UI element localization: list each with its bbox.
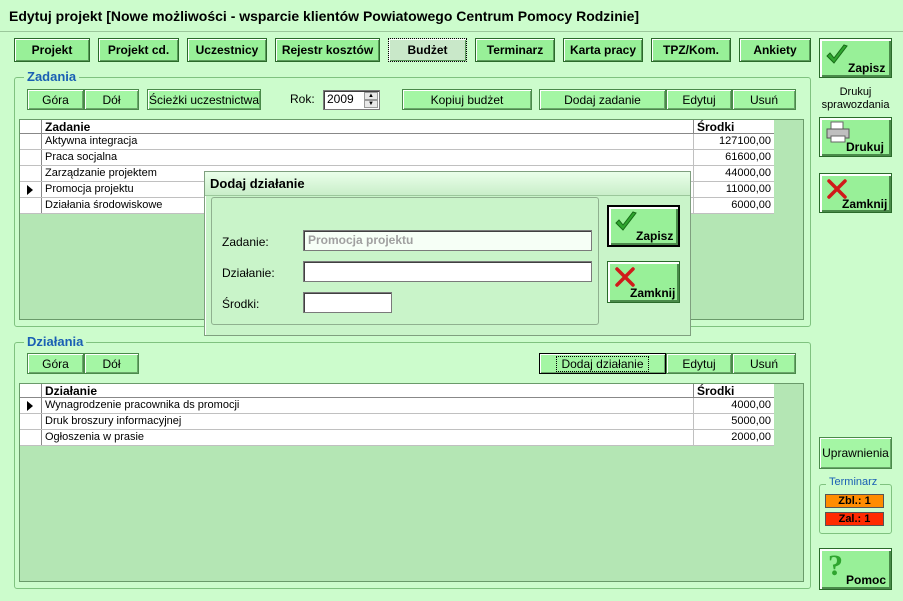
task-name: Aktywna integracja [42, 134, 694, 149]
dialog-save-button[interactable]: Zapisz [607, 205, 680, 247]
tasks-header-row: Zadanie Środki [20, 120, 774, 134]
print-reports-label: Drukuj sprawozdania [821, 86, 890, 111]
paths-button[interactable]: Ścieżki uczestnictwa [147, 89, 261, 110]
dialog-task-field: Promocja projektu [303, 230, 592, 251]
dialog-close-button[interactable]: Zamknij [607, 261, 680, 303]
dialog-funds-field[interactable] [303, 292, 392, 313]
task-name: Praca socjalna [42, 150, 694, 165]
action-name: Ogłoszenia w prasie [42, 430, 694, 445]
check-icon [615, 211, 637, 231]
tab-rejestr-kosztow[interactable]: Rejestr kosztów [275, 38, 380, 62]
add-action-label: Dodaj działanie [556, 355, 649, 372]
task-amount: 11000,00 [725, 183, 771, 195]
close-label: Zamknij [842, 197, 888, 211]
tasks-header-amount: Środki [697, 120, 735, 133]
print-button[interactable]: Drukuj [819, 117, 892, 157]
table-row[interactable]: Ogłoszenia w prasie 2000,00 [20, 430, 774, 446]
actions-header-name: Działanie [42, 384, 694, 397]
copy-budget-button[interactable]: Kopiuj budżet [402, 89, 532, 110]
task-amount: 61600,00 [725, 151, 771, 163]
cross-icon [615, 267, 635, 287]
check-icon [826, 44, 848, 64]
save-button[interactable]: Zapisz [819, 38, 892, 78]
year-value: 2009 [327, 92, 354, 106]
table-row[interactable]: Wynagrodzenie pracownika ds promocji 400… [20, 398, 774, 414]
year-label: Rok: [290, 92, 315, 106]
dialog-title: Dodaj działanie [205, 172, 690, 196]
window-title: Edytuj projekt [Nowe możliwości - wsparc… [0, 0, 903, 32]
task-amount: 44000,00 [725, 167, 771, 179]
table-row[interactable]: Aktywna integracja 127100,00 [20, 134, 774, 150]
table-row[interactable]: Praca socjalna 61600,00 [20, 150, 774, 166]
tab-terminarz[interactable]: Terminarz [475, 38, 555, 62]
actions-down-button[interactable]: Dół [84, 353, 139, 374]
dialog-task-label: Zadanie: [222, 235, 269, 249]
add-action-dialog: Dodaj działanie Zadanie: Promocja projek… [204, 171, 691, 336]
actions-up-button[interactable]: Góra [27, 353, 84, 374]
tab-ankiety[interactable]: Ankiety [739, 38, 811, 62]
row-pointer-icon [27, 185, 33, 195]
help-label: Pomoc [846, 573, 887, 587]
edit-action-button[interactable]: Edytuj [666, 353, 732, 374]
close-button[interactable]: Zamknij [819, 173, 892, 213]
actions-grid[interactable]: Działanie Środki Wynagrodzenie pracownik… [19, 383, 804, 582]
tab-tpz-kom[interactable]: TPZ/Kom. [651, 38, 731, 62]
save-label: Zapisz [848, 61, 886, 75]
dialog-action-field[interactable] [303, 261, 592, 282]
tab-budzet[interactable]: Budżet [388, 38, 467, 62]
terminarz-group [819, 484, 892, 534]
tab-projekt[interactable]: Projekt [14, 38, 90, 62]
action-name: Druk broszury informacyjnej [42, 414, 694, 429]
tab-uczestnicy[interactable]: Uczestnicy [187, 38, 267, 62]
zadania-legend: Zadania [24, 69, 80, 84]
add-task-button[interactable]: Dodaj zadanie [539, 89, 666, 110]
action-name: Wynagrodzenie pracownika ds promocji [42, 398, 694, 413]
table-row[interactable]: Druk broszury informacyjnej 5000,00 [20, 414, 774, 430]
print-label: Drukuj [846, 140, 885, 154]
dialog-funds-label: Środki: [222, 297, 260, 311]
action-amount: 4000,00 [731, 399, 771, 411]
tasks-header-name: Zadanie [42, 120, 694, 133]
help-icon: ? [828, 549, 843, 582]
dialog-save-label: Zapisz [636, 229, 674, 243]
year-down-arrow-icon[interactable]: ▼ [364, 100, 378, 108]
dialog-action-label: Działanie: [222, 266, 275, 280]
zadania-up-button[interactable]: Góra [27, 89, 84, 110]
delete-task-button[interactable]: Usuń [732, 89, 796, 110]
action-amount: 2000,00 [731, 431, 771, 443]
year-spinner[interactable]: 2009 ▲ ▼ [323, 90, 380, 110]
delete-action-button[interactable]: Usuń [732, 353, 796, 374]
tab-projekt-cd[interactable]: Projekt cd. [98, 38, 179, 62]
add-action-button[interactable]: Dodaj działanie [539, 353, 666, 374]
edit-task-button[interactable]: Edytuj [666, 89, 732, 110]
terminarz-legend: Terminarz [826, 476, 881, 488]
task-amount: 6000,00 [731, 199, 771, 211]
actions-header-row: Działanie Środki [20, 384, 774, 398]
dzialania-legend: Działania [24, 334, 87, 349]
action-amount: 5000,00 [731, 415, 771, 427]
row-pointer-icon [27, 401, 33, 411]
permissions-button[interactable]: Uprawnienia [819, 437, 892, 469]
actions-header-amount: Środki [697, 384, 735, 397]
tab-karta-pracy[interactable]: Karta pracy [563, 38, 643, 62]
zbl-badge[interactable]: Zbl.: 1 [825, 494, 884, 508]
help-button[interactable]: ? Pomoc [819, 548, 892, 590]
dialog-close-label: Zamknij [630, 286, 676, 300]
task-amount: 127100,00 [719, 135, 771, 147]
year-up-arrow-icon[interactable]: ▲ [364, 92, 378, 100]
zal-badge[interactable]: Zal.: 1 [825, 512, 884, 526]
zadania-down-button[interactable]: Dół [84, 89, 139, 110]
